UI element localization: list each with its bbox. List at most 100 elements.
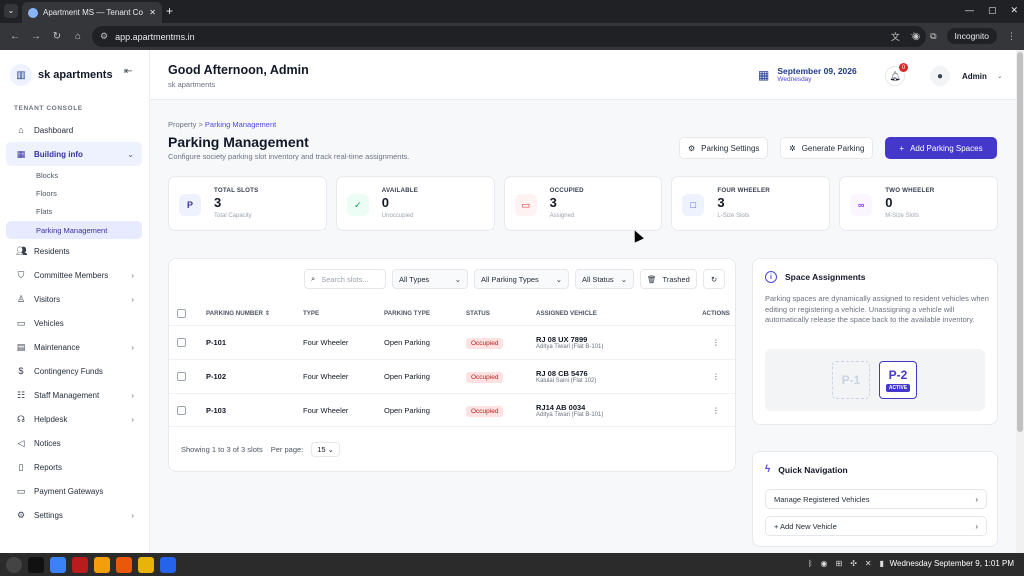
slot-type: Four Wheeler [303,338,349,347]
column-header[interactable]: PARKING NUMBER [206,310,263,317]
vehicle-number: RJ 08 UX 7899 [536,335,588,344]
breadcrumb: Property > Parking Management [168,120,276,129]
add-parking-spaces-button[interactable]: + Add Parking Spaces [885,137,997,159]
back-icon[interactable]: ← [9,31,21,42]
vehicle-number: RJ 08 CB 5476 [536,369,588,378]
stats-row: P TOTAL SLOTS 3 Total Capacity ✓ AVAILAB… [168,176,998,231]
shield-icon: ⛉ [17,269,25,280]
refresh-button[interactable]: ↻ [703,269,725,289]
brand[interactable]: ▥ sk apartments [10,64,113,86]
types-select[interactable]: All Types ⌄ [392,269,468,289]
sidebar-item-visitors[interactable]: ♙ Visitors › [6,287,142,311]
chevron-right-icon: › [131,294,134,304]
window-controls: — ▢ ✕ [965,5,1018,16]
extension-icon[interactable]: ◉ [912,31,920,42]
scrollbar-thumb[interactable] [1017,52,1023,432]
user-plus-icon: ♙ [16,293,26,304]
taskbar-clock[interactable]: Wednesday September 9, 1:01 PM [890,559,1014,568]
sidebar-item-reports[interactable]: ▯ Reports [6,455,142,479]
sidebar-item-building-info[interactable]: ▦ Building info ⌄ [6,142,142,166]
row-checkbox[interactable] [177,338,186,347]
notification-button[interactable]: 🔔︎ 0 [885,63,908,86]
maximize-icon[interactable]: ▢ [988,5,997,16]
stat-label: OCCUPIED [549,187,584,194]
sidebar-item-committee[interactable]: ⛉ Committee Members › [6,263,142,287]
parking-type: Open Parking [384,338,430,347]
sidebar-item-residents[interactable]: 👥︎ Residents [6,239,142,263]
tray-app-icon[interactable]: ◉ [821,559,828,568]
sidebar-nav: ⌂ Dashboard ▦ Building info ⌄ Blocks Floors… [6,118,142,527]
search-input[interactable]: ⌕ Search slots... [304,269,386,289]
translate-icon[interactable]: 文 [891,30,900,43]
sidebar-subitem-parking[interactable]: Parking Management [6,220,142,240]
start-menu-icon[interactable] [6,556,22,573]
browser-menu-icon[interactable]: ⋮ [1007,31,1016,42]
sidebar-item-maintenance[interactable]: ▤ Maintenance › [6,335,142,359]
browser-tab[interactable]: Apartment MS — Tenant Co ✕ [22,2,162,23]
battery-icon[interactable]: ▮ [880,559,884,568]
forward-icon[interactable]: → [30,31,42,42]
parking-settings-button[interactable]: ⚙ Parking Settings [679,137,769,159]
breadcrumb-root[interactable]: Property [168,120,196,129]
collapse-sidebar-icon[interactable]: ⇤ [124,66,132,77]
table-row[interactable]: P-102 Four Wheeler Open Parking Occupied… [169,359,735,393]
row-actions-icon[interactable]: ⋮ [697,338,735,347]
stat-value: 3 [717,195,725,210]
row-checkbox[interactable] [177,405,186,415]
user-menu[interactable]: ● Admin ⌄ [930,66,1003,86]
extensions-puzzle-icon[interactable]: ⧉ [930,31,936,42]
app-icon[interactable] [116,556,132,573]
row-actions-icon[interactable]: ⋮ [697,372,735,381]
browser-icon[interactable] [50,556,66,573]
address-bar[interactable]: ⚙ app.apartmentms.in 文 ☆ [92,26,926,47]
trash-icon: 🗑︎ [647,274,657,284]
reload-icon[interactable]: ↻ [51,31,63,42]
tab-search-icon[interactable]: ⌄ [4,4,18,18]
sidebar-item-settings[interactable]: ⚙ Settings › [6,503,142,527]
sidebar-item-staff[interactable]: ☷ Staff Management › [6,383,142,407]
manage-vehicles-link[interactable]: Manage Registered Vehicles › [765,489,987,509]
parking-types-select[interactable]: All Parking Types ⌄ [474,269,569,289]
table-row[interactable]: P-103 Four Wheeler Open Parking Occupied… [169,393,735,427]
tray-app-icon[interactable]: ⊞ [835,559,842,568]
status-select[interactable]: All Status ⌄ [575,269,634,289]
close-window-icon[interactable]: ✕ [1010,5,1018,16]
editor-icon[interactable] [160,556,176,573]
trashed-button[interactable]: 🗑︎ Trashed [640,269,697,289]
parking-type: Open Parking [384,405,430,415]
row-actions-icon[interactable]: ⋮ [697,406,735,415]
sublime-icon[interactable] [94,556,110,573]
building-icon: ▦ [16,148,26,159]
network-icon[interactable]: ✣ [850,559,857,568]
generate-parking-button[interactable]: ✲ Generate Parking [780,137,874,159]
sidebar-subitem-flats[interactable]: Flats [6,203,142,221]
table-row[interactable]: P-101 Four Wheeler Open Parking Occupied… [169,325,735,359]
incognito-badge[interactable]: Incognito [946,28,997,44]
tab-close-icon[interactable]: ✕ [149,8,156,17]
sidebar-item-helpdesk[interactable]: ☊ Helpdesk › [6,407,142,431]
sidebar-item-payment-gateways[interactable]: ▭ Payment Gateways [6,479,142,503]
per-page-select[interactable]: 15 ⌄ [311,442,340,457]
files-icon[interactable] [138,556,154,573]
minimize-icon[interactable]: — [965,5,974,16]
new-tab-icon[interactable]: + [166,4,173,18]
chevron-down-icon: ⌄ [127,149,134,159]
sidebar-subitem-floors[interactable]: Floors [6,184,142,202]
row-checkbox[interactable] [177,372,186,381]
sidebar-item-vehicles[interactable]: ▭ Vehicles [6,311,142,335]
sidebar-item-contingency[interactable]: $ Contingency Funds [6,359,142,383]
sidebar-subitem-blocks[interactable]: Blocks [6,166,142,184]
select-value: All Status [582,274,614,284]
select-all-checkbox[interactable] [177,308,186,318]
volume-icon[interactable]: ✕ [865,559,872,568]
sidebar-item-dashboard[interactable]: ⌂ Dashboard [6,118,142,142]
bluetooth-icon[interactable]: ᛒ [808,559,813,568]
terminal-icon[interactable] [28,556,44,573]
sidebar-item-notices[interactable]: ◁ Notices [6,431,142,455]
sort-icon[interactable]: ⇕ [265,310,270,317]
site-info-icon[interactable]: ⚙ [100,31,108,42]
url-text: app.apartmentms.in [115,31,195,42]
add-vehicle-link[interactable]: + Add New Vehicle › [765,516,987,536]
home-browser-icon[interactable]: ⌂ [72,31,84,42]
filezilla-icon[interactable] [72,556,88,573]
